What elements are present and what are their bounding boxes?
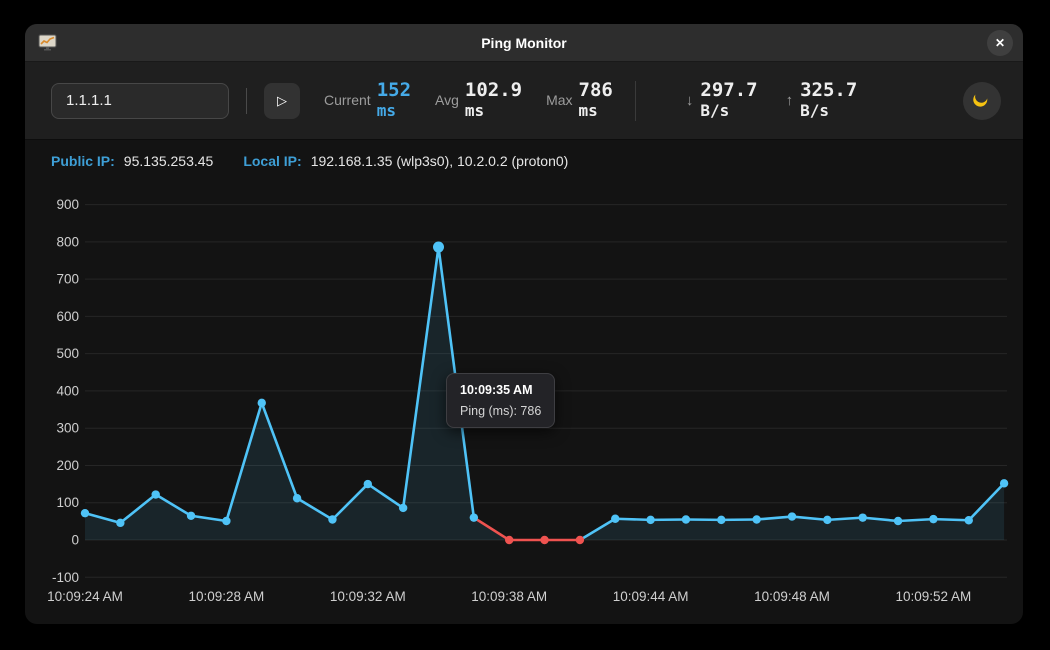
app-chart-icon: [38, 34, 57, 56]
public-ip-label: Public IP:: [51, 153, 115, 169]
download-unit: B/s: [700, 102, 757, 120]
toolbar: ▷ Current 152 ms Avg 102.9 ms Max 786 ms: [25, 62, 1023, 140]
chart-tooltip: 10:09:35 AM Ping (ms): 786: [446, 373, 555, 428]
y-tick-label: 400: [56, 383, 79, 398]
data-point-failed: [540, 536, 548, 544]
y-tick-label: 0: [71, 533, 79, 548]
y-tick-label: -100: [52, 570, 79, 585]
data-point: [81, 509, 89, 517]
data-point: [859, 513, 867, 521]
line-segment: [933, 519, 968, 520]
y-tick-label: 500: [56, 346, 79, 361]
x-tick-label: 10:09:28 AM: [188, 589, 264, 604]
ip-info-bar: Public IP: 95.135.253.45 Local IP: 192.1…: [25, 140, 1023, 174]
data-point: [1000, 479, 1008, 487]
upload-unit: B/s: [800, 102, 857, 120]
upload-value: 325.7: [800, 80, 857, 102]
data-point: [293, 494, 301, 502]
data-point: [258, 399, 266, 407]
data-point: [364, 480, 372, 488]
stat-avg-label: Avg: [435, 92, 459, 108]
y-tick-label: 800: [56, 234, 79, 249]
data-point: [611, 515, 619, 523]
x-tick-label: 10:09:24 AM: [47, 589, 123, 604]
data-point: [470, 513, 478, 521]
y-tick-label: 100: [56, 495, 79, 510]
data-point: [328, 515, 336, 523]
close-icon: ✕: [995, 36, 1005, 50]
data-point: [894, 517, 902, 525]
x-tick-label: 10:09:48 AM: [754, 589, 830, 604]
chart-area[interactable]: 900 800 700 600 500 400 300 200 100 0 -100 10:09:24…: [25, 174, 1023, 619]
stat-max-label: Max: [546, 92, 572, 108]
stat-avg-value: 102.9: [465, 80, 522, 102]
upload-arrow-icon: ↑: [786, 92, 794, 109]
window-title: Ping Monitor: [481, 35, 567, 51]
toolbar-divider: [246, 88, 247, 114]
data-point-failed: [576, 536, 584, 544]
data-point: [646, 516, 654, 524]
stat-avg-unit: ms: [465, 102, 522, 120]
x-tick-label: 10:09:32 AM: [330, 589, 406, 604]
stat-max-value: 786: [579, 80, 613, 102]
data-point: [752, 515, 760, 523]
y-tick-label: 600: [56, 309, 79, 324]
public-ip-value: 95.135.253.45: [124, 153, 214, 169]
data-point: [788, 512, 796, 520]
line-segment: [615, 519, 650, 520]
stat-max: Max 786 ms: [546, 80, 613, 120]
data-point: [187, 512, 195, 520]
theme-toggle-button[interactable]: [963, 82, 1001, 120]
stat-current-value: 152: [377, 80, 411, 102]
y-tick-label: 900: [56, 197, 79, 212]
stat-current-label: Current: [324, 92, 371, 108]
data-point: [717, 516, 725, 524]
data-point: [682, 515, 690, 523]
download-arrow-icon: ↓: [686, 92, 694, 109]
local-ip-value: 192.168.1.35 (wlp3s0), 10.2.0.2 (proton0…: [311, 153, 569, 169]
local-ip-label: Local IP:: [243, 153, 301, 169]
data-point: [929, 515, 937, 523]
host-input[interactable]: [51, 83, 229, 119]
stat-max-unit: ms: [579, 102, 613, 120]
data-point: [823, 516, 831, 524]
x-tick-label: 10:09:38 AM: [471, 589, 547, 604]
app-window: Ping Monitor ✕ ▷ Current 152 ms Avg 102.…: [25, 24, 1023, 624]
net-download: ↓ 297.7 B/s: [686, 80, 758, 120]
data-point: [152, 490, 160, 498]
data-point: [433, 242, 444, 253]
stats-divider: [635, 81, 636, 121]
stat-current: Current 152 ms: [324, 80, 411, 120]
data-point-failed: [505, 536, 513, 544]
download-value: 297.7: [700, 80, 757, 102]
tooltip-value: Ping (ms): 786: [460, 404, 541, 418]
data-point: [222, 517, 230, 525]
close-button[interactable]: ✕: [987, 30, 1013, 56]
tooltip-time: 10:09:35 AM: [460, 383, 541, 397]
titlebar[interactable]: Ping Monitor ✕: [25, 24, 1023, 62]
x-tick-label: 10:09:44 AM: [613, 589, 689, 604]
start-ping-button[interactable]: ▷: [264, 83, 300, 119]
stat-current-unit: ms: [377, 102, 411, 120]
net-upload: ↑ 325.7 B/s: [786, 80, 858, 120]
y-tick-label: 200: [56, 458, 79, 473]
x-tick-label: 10:09:52 AM: [895, 589, 971, 604]
data-point: [965, 516, 973, 524]
data-point: [116, 519, 124, 527]
stat-avg: Avg 102.9 ms: [435, 80, 522, 120]
y-tick-label: 300: [56, 421, 79, 436]
play-icon: ▷: [277, 93, 287, 109]
moon-icon: [972, 89, 992, 112]
data-point: [399, 504, 407, 512]
y-tick-label: 700: [56, 272, 79, 287]
